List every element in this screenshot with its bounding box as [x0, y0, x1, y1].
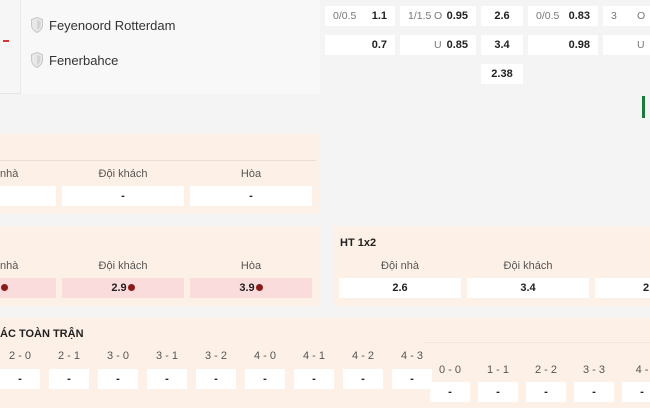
- scores-card-title: ÁC TOÀN TRẬN: [0, 328, 84, 340]
- away-odds-box[interactable]: -: [62, 186, 184, 206]
- col-home-label: nhà: [0, 260, 14, 272]
- score-odds-box[interactable]: -: [478, 382, 518, 402]
- dot-icon: [128, 284, 135, 291]
- ou-line: 1/1.5: [408, 6, 431, 26]
- handicap-line: 0/0.5: [333, 6, 356, 26]
- score-label: 3 - 2: [196, 350, 236, 362]
- score-odds-box[interactable]: -: [392, 369, 432, 389]
- score-label: 0 - 0: [430, 364, 470, 376]
- handicap-away-odds: 0.7: [372, 35, 387, 55]
- col-away-label: Đội khách: [62, 168, 184, 180]
- match-row[interactable]: Feyenoord Rotterdam Fenerbahce 0/0.5 1.1…: [0, 0, 650, 94]
- col-home-label: nhà: [0, 168, 14, 180]
- col-home-label: Đội nhà: [339, 260, 461, 272]
- col-draw-label: Hòa: [190, 260, 312, 272]
- home-odds-box[interactable]: 5: [0, 278, 56, 298]
- score-label: 3 - 3: [574, 364, 614, 376]
- score-odds-box[interactable]: -: [622, 382, 650, 402]
- draw-odds-value: 3.9: [239, 282, 254, 294]
- score-odds-box[interactable]: -: [526, 382, 566, 402]
- home-team-name: Feyenoord Rotterdam: [49, 18, 175, 33]
- half-handicap-home-odds: 0.83: [569, 6, 590, 26]
- score-label: 2 - 0: [0, 350, 40, 362]
- draw-odds-box[interactable]: -: [190, 186, 312, 206]
- home-team[interactable]: Feyenoord Rotterdam: [31, 17, 175, 33]
- live-indicator: [3, 40, 9, 42]
- half-under-label: U: [637, 35, 645, 55]
- dot-icon: [256, 284, 263, 291]
- score-odds-box[interactable]: -: [294, 369, 334, 389]
- col-away-label: Đội khách: [467, 260, 589, 272]
- half-over-label: O: [637, 6, 645, 26]
- divider: [0, 160, 316, 161]
- score-label: 4 - 2: [343, 350, 383, 362]
- x12-away-cell[interactable]: 3.4: [481, 35, 523, 55]
- col-draw-label: Hòa: [190, 168, 312, 180]
- accent-bar: [642, 96, 645, 118]
- ht-1x2-card: HT 1x2 Đội nhà Đội khách 2.6 3.4 2: [333, 226, 650, 306]
- score-odds-box[interactable]: -: [574, 382, 614, 402]
- away-odds-value: 2.9: [111, 282, 126, 294]
- ht-card-title: HT 1x2: [340, 237, 376, 249]
- score-odds-box[interactable]: -: [196, 369, 236, 389]
- ht-away-odds-box[interactable]: 3.4: [467, 278, 589, 298]
- half-handicap-away-cell[interactable]: 0.98: [528, 35, 598, 55]
- odds-area: 0/0.5 1.1 0.7 1/1.5 O 0.95 U 0.85 2.6 3.…: [320, 0, 650, 94]
- odds-card-1: nhà Đội khách Hòa - -: [0, 134, 320, 214]
- score-odds-box[interactable]: -: [343, 369, 383, 389]
- half-under-cell[interactable]: U: [603, 35, 650, 55]
- correct-score-card: ÁC TOÀN TRẬN 2 - 0-2 - 1-3 - 0-3 - 1-3 -…: [0, 318, 650, 408]
- under-label: U: [434, 35, 442, 55]
- half-handicap-line: 0/0.5: [536, 6, 559, 26]
- teams-column: Feyenoord Rotterdam Fenerbahce: [20, 0, 320, 94]
- score-label: 2 - 1: [49, 350, 89, 362]
- ht-home-odds-box[interactable]: 2.6: [339, 278, 461, 298]
- score-label: 4 -: [622, 364, 650, 376]
- shield-icon: [31, 52, 43, 68]
- col-away-label: Đội khách: [62, 260, 184, 272]
- handicap-away-cell[interactable]: 0.7: [325, 35, 395, 55]
- handicap-home-cell[interactable]: 0/0.5 1.1: [325, 6, 395, 26]
- shield-icon: [31, 17, 43, 33]
- score-label: 4 - 0: [245, 350, 285, 362]
- odds-card-2: nhà Đội khách Hòa 5 2.9 3.9: [0, 226, 320, 306]
- score-label: 3 - 1: [147, 350, 187, 362]
- score-label: 3 - 0: [98, 350, 138, 362]
- over-cell[interactable]: 1/1.5 O 0.95: [400, 6, 476, 26]
- away-team[interactable]: Fenerbahce: [31, 52, 118, 68]
- half-over-cell[interactable]: 3 O: [603, 6, 650, 26]
- dot-icon: [1, 284, 8, 291]
- x12-home-cell[interactable]: 2.6: [481, 6, 523, 26]
- score-odds-box[interactable]: -: [98, 369, 138, 389]
- handicap-home-odds: 1.1: [372, 6, 387, 26]
- score-odds-box[interactable]: -: [430, 382, 470, 402]
- divider: [424, 342, 650, 343]
- away-team-name: Fenerbahce: [49, 53, 118, 68]
- under-cell[interactable]: U 0.85: [400, 35, 476, 55]
- score-label: 1 - 1: [478, 364, 518, 376]
- score-odds-box[interactable]: -: [147, 369, 187, 389]
- score-odds-box[interactable]: -: [245, 369, 285, 389]
- score-odds-box[interactable]: -: [49, 369, 89, 389]
- score-label: 4 - 1: [294, 350, 334, 362]
- half-handicap-home-cell[interactable]: 0/0.5 0.83: [528, 6, 598, 26]
- over-label: O: [434, 6, 442, 26]
- score-label: 2 - 2: [526, 364, 566, 376]
- away-odds-box[interactable]: 2.9: [62, 278, 184, 298]
- half-ou-line: 3: [611, 6, 617, 26]
- x12-draw-cell[interactable]: 2.38: [481, 64, 523, 84]
- half-handicap-away-odds: 0.98: [569, 35, 590, 55]
- score-label: 4 - 3: [392, 350, 432, 362]
- score-odds-box[interactable]: -: [0, 369, 40, 389]
- ht-draw-odds-box[interactable]: 2: [595, 278, 650, 298]
- over-odds: 0.95: [447, 6, 468, 26]
- under-odds: 0.85: [447, 35, 468, 55]
- draw-odds-box[interactable]: 3.9: [190, 278, 312, 298]
- home-odds-box[interactable]: [0, 186, 56, 206]
